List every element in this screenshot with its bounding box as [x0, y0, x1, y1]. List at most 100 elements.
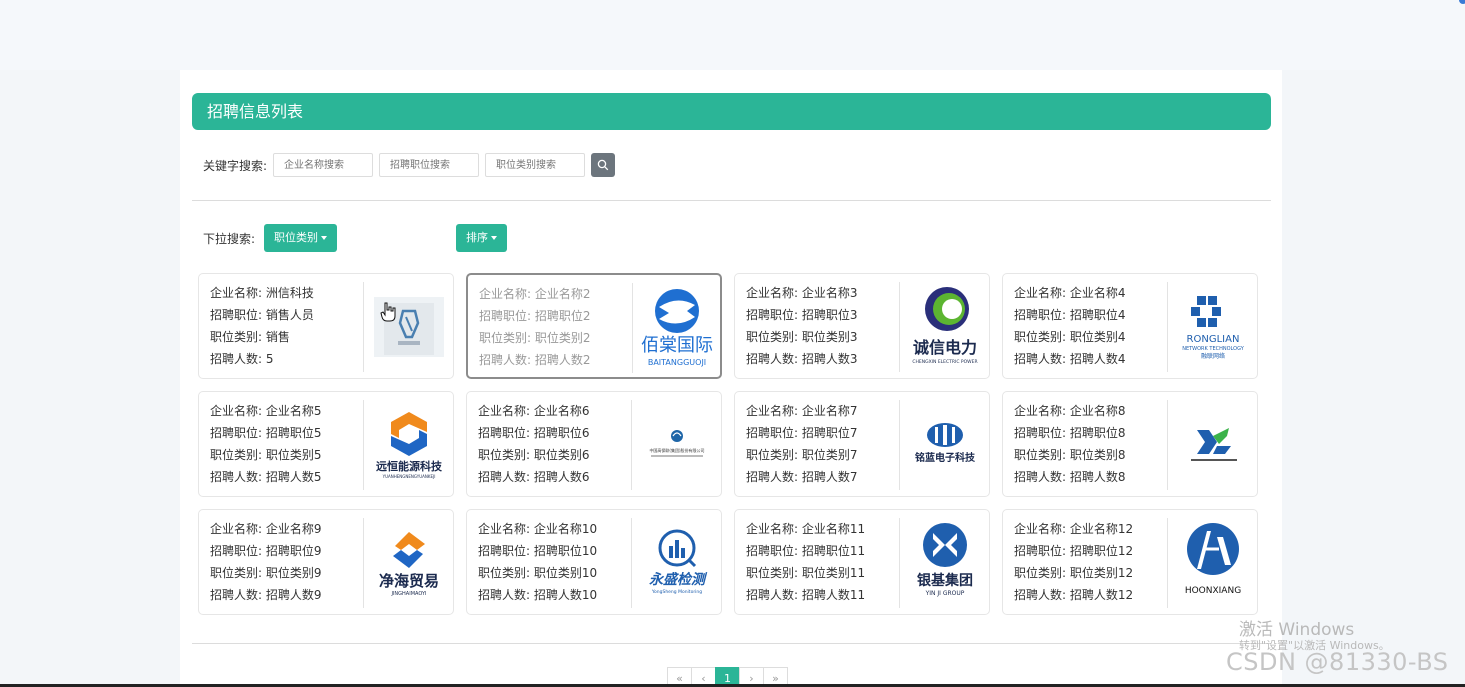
- weilan-logo: 铭蓝电子科技: [915, 423, 975, 464]
- logo-text: 远恒能源科技: [376, 459, 443, 473]
- company-name: 企业名称: 企业名称5: [210, 404, 322, 418]
- hire-count: 招聘人数: 招聘人数6: [478, 470, 590, 484]
- job-card-info: 企业名称: 企业名称7 招聘职位: 招聘职位7 职位类别: 职位类别7 招聘人数…: [735, 400, 900, 490]
- logo-text: 永盛检测: [649, 571, 708, 588]
- job-card[interactable]: 企业名称: 企业名称10 招聘职位: 招聘职位10 职位类别: 职位类别10 招…: [466, 509, 722, 615]
- job-card[interactable]: 企业名称: 企业名称9 招聘职位: 招聘职位9 职位类别: 职位类别9 招聘人数…: [198, 509, 454, 615]
- hire-count: 招聘人数: 招聘人数12: [1014, 588, 1134, 602]
- category-search-input[interactable]: [485, 153, 586, 177]
- company-name: 企业名称: 企业名称8: [1014, 404, 1126, 418]
- yinji-logo: 银基集团 YIN JI GROUP: [917, 523, 973, 597]
- job-position: 招聘职位: 招聘职位6: [478, 426, 590, 440]
- company-logo[interactable]: 中国高保联(集团)股份有限公司: [632, 392, 721, 496]
- logo-text: 净海贸易: [378, 572, 438, 590]
- company-logo[interactable]: [364, 274, 453, 378]
- job-category: 职位类别: 职位类别8: [1014, 448, 1126, 462]
- job-category: 职位类别: 职位类别9: [210, 566, 322, 580]
- divider: [192, 643, 1271, 644]
- position-search-input[interactable]: [379, 153, 480, 177]
- job-card[interactable]: 企业名称: 企业名称11 招聘职位: 招聘职位11 职位类别: 职位类别11 招…: [734, 509, 990, 615]
- hire-count: 招聘人数: 招聘人数10: [478, 588, 598, 602]
- job-position: 招聘职位: 招聘职位2: [479, 309, 591, 323]
- job-category: 职位类别: 职位类别6: [478, 448, 590, 462]
- job-card[interactable]: 企业名称: 洲信科技 招聘职位: 销售人员 职位类别: 销售 招聘人数: 5: [198, 273, 454, 379]
- hire-count: 招聘人数: 招聘人数7: [746, 470, 858, 484]
- hand-cursor-icon: [380, 302, 396, 322]
- job-card-info: 企业名称: 洲信科技 招聘职位: 销售人员 职位类别: 销售 招聘人数: 5: [199, 282, 364, 372]
- logo-subtext: NETWORK TECHNOLOGY: [1182, 346, 1244, 352]
- job-card-info: 企业名称: 企业名称3 招聘职位: 招聘职位3 职位类别: 职位类别3 招聘人数…: [735, 282, 900, 372]
- job-category: 职位类别: 职位类别4: [1014, 330, 1126, 344]
- company-logo[interactable]: 净海贸易 JINGHAIMAOYI: [364, 510, 453, 614]
- company-logo[interactable]: HOONXIANG: [1168, 510, 1257, 614]
- job-card[interactable]: 企业名称: 企业名称2 招聘职位: 招聘职位2 职位类别: 职位类别2 招聘人数…: [466, 273, 722, 379]
- job-card[interactable]: 企业名称: 企业名称6 招聘职位: 招聘职位6 职位类别: 职位类别6 招聘人数…: [466, 391, 722, 497]
- job-position: 招聘职位: 招聘职位11: [746, 544, 866, 558]
- job-position: 招聘职位: 招聘职位8: [1014, 426, 1126, 440]
- job-card[interactable]: 企业名称: 企业名称4 招聘职位: 招聘职位4 职位类别: 职位类别4 招聘人数…: [1002, 273, 1258, 379]
- yuanheng-logo: 远恒能源科技 YUANHENGNENGYUANKEJI: [376, 412, 443, 479]
- corner-indicator: [1459, 0, 1465, 4]
- company-name: 企业名称: 企业名称6: [478, 404, 590, 418]
- logo-text: 中国高保联(集团)股份有限公司: [649, 447, 704, 453]
- corporation-logo: 中国高保联(集团)股份有限公司: [649, 430, 704, 457]
- divider: [192, 200, 1271, 201]
- logo-subtext: YongSheng Monitoring: [650, 589, 701, 595]
- job-category: 职位类别: 职位类别7: [746, 448, 858, 462]
- hire-count: 招聘人数: 招聘人数11: [746, 588, 866, 602]
- job-card[interactable]: 企业名称: 企业名称7 招聘职位: 招聘职位7 职位类别: 职位类别7 招聘人数…: [734, 391, 990, 497]
- logo-text: HOONXIANG: [1184, 586, 1240, 596]
- company-name: 企业名称: 企业名称10: [478, 522, 598, 536]
- hire-count: 招聘人数: 招聘人数8: [1014, 470, 1126, 484]
- company-logo[interactable]: 佰棠国际 BAITANGGUOJI: [633, 275, 720, 377]
- jinghai-logo: 净海贸易 JINGHAIMAOYI: [378, 532, 439, 597]
- company-logo[interactable]: 远恒能源科技 YUANHENGNENGYUANKEJI: [364, 392, 453, 496]
- company-logo[interactable]: 永盛检测 YongSheng Monitoring: [632, 510, 721, 614]
- job-card[interactable]: 企业名称: 企业名称8 招聘职位: 招聘职位8 职位类别: 职位类别8 招聘人数…: [1002, 391, 1258, 497]
- company-logo[interactable]: 铭蓝电子科技: [900, 392, 989, 496]
- hire-count: 招聘人数: 招聘人数4: [1014, 352, 1126, 366]
- company-logo[interactable]: [1168, 392, 1257, 496]
- job-category: 职位类别: 销售: [210, 330, 290, 344]
- logo-text: RONGLIAN: [1186, 334, 1239, 345]
- page-title: 招聘信息列表: [192, 93, 1271, 130]
- job-card[interactable]: 企业名称: 企业名称5 招聘职位: 招聘职位5 职位类别: 职位类别5 招聘人数…: [198, 391, 454, 497]
- job-card-info: 企业名称: 企业名称4 招聘职位: 招聘职位4 职位类别: 职位类别4 招聘人数…: [1003, 282, 1168, 372]
- company-name: 企业名称: 企业名称9: [210, 522, 322, 536]
- job-position: 招聘职位: 招聘职位12: [1014, 544, 1134, 558]
- job-card-info: 企业名称: 企业名称9 招聘职位: 招聘职位9 职位类别: 职位类别9 招聘人数…: [199, 518, 364, 608]
- company-logo[interactable]: 银基集团 YIN JI GROUP: [900, 510, 989, 614]
- search-icon: [597, 159, 609, 171]
- job-card-info: 企业名称: 企业名称10 招聘职位: 招聘职位10 职位类别: 职位类别10 招…: [467, 518, 632, 608]
- job-position: 招聘职位: 招聘职位10: [478, 544, 598, 558]
- company-search-input[interactable]: [273, 153, 374, 177]
- logo-subtext: JINGHAIMAOYI: [390, 591, 426, 597]
- job-card-info: 企业名称: 企业名称6 招聘职位: 招聘职位6 职位类别: 职位类别6 招聘人数…: [467, 400, 632, 490]
- company-name: 企业名称: 企业名称3: [746, 286, 858, 300]
- category-dropdown-button[interactable]: 职位类别: [264, 224, 337, 252]
- logo-text: 诚信电力: [912, 338, 976, 357]
- job-position: 招聘职位: 招聘职位7: [746, 426, 858, 440]
- job-card[interactable]: 企业名称: 企业名称12 招聘职位: 招聘职位12 职位类别: 职位类别12 招…: [1002, 509, 1258, 615]
- job-category: 职位类别: 职位类别10: [478, 566, 598, 580]
- search-button[interactable]: [591, 153, 616, 177]
- logo-text: 银基集团: [917, 572, 973, 589]
- job-category: 职位类别: 职位类别3: [746, 330, 858, 344]
- hire-count: 招聘人数: 招聘人数2: [479, 353, 591, 367]
- job-position: 招聘职位: 招聘职位9: [210, 544, 322, 558]
- company-logo[interactable]: 诚信电力 CHENGXIN ELECTRIC POWER: [900, 274, 989, 378]
- logo-text: 佰棠国际: [641, 335, 713, 356]
- company-name: 企业名称: 企业名称2: [479, 287, 591, 301]
- company-logo[interactable]: RONGLIAN NETWORK TECHNOLOGY 融联网络: [1168, 274, 1257, 378]
- job-card[interactable]: 企业名称: 企业名称3 招聘职位: 招聘职位3 职位类别: 职位类别3 招聘人数…: [734, 273, 990, 379]
- chengxin-logo: 诚信电力 CHENGXIN ELECTRIC POWER: [912, 287, 977, 365]
- company-name: 企业名称: 洲信科技: [210, 286, 314, 300]
- keyword-search-label: 关键字搜索:: [203, 158, 268, 173]
- hire-count: 招聘人数: 5: [210, 352, 274, 366]
- job-position: 招聘职位: 招聘职位3: [746, 308, 858, 322]
- hire-count: 招聘人数: 招聘人数9: [210, 588, 322, 602]
- job-position: 招聘职位: 招聘职位5: [210, 426, 322, 440]
- sort-dropdown-button[interactable]: 排序: [456, 224, 507, 252]
- yongsheng-logo: 永盛检测 YongSheng Monitoring: [649, 529, 708, 595]
- job-card-info: 企业名称: 企业名称11 招聘职位: 招聘职位11 职位类别: 职位类别11 招…: [735, 518, 900, 608]
